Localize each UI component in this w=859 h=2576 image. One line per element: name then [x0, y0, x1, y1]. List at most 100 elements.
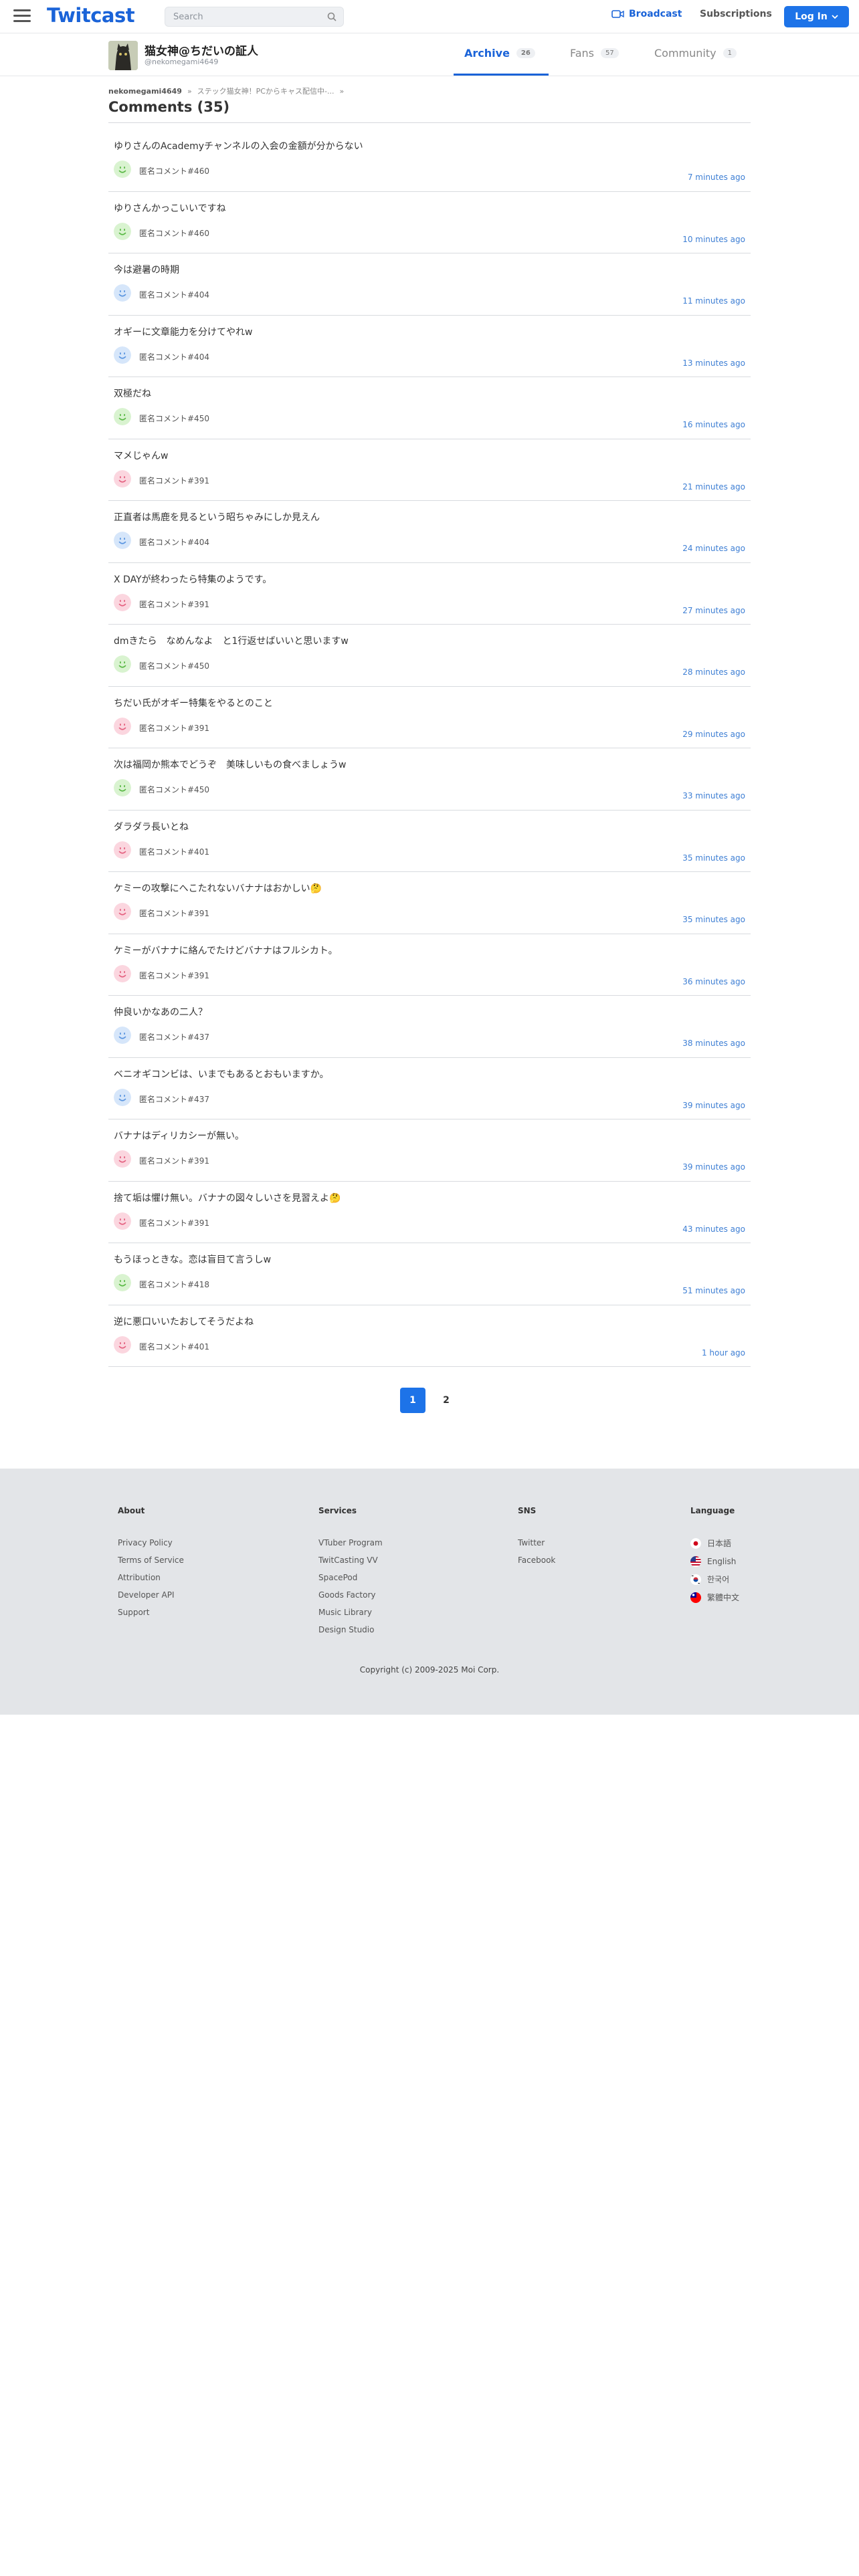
footer-link-spacepod[interactable]: SpacePod	[318, 1569, 383, 1586]
comment-timestamp-link[interactable]: 11 minutes ago	[682, 296, 745, 306]
search-icon[interactable]	[327, 12, 337, 21]
language-option-zh-tw[interactable]: 繁體中文	[690, 1588, 739, 1606]
page-1-button[interactable]: 1	[400, 1388, 425, 1413]
comment-username: 匿名コメント#450	[139, 414, 209, 423]
broadcast-button[interactable]: Broadcast	[611, 9, 682, 19]
site-logo[interactable]: Twitcast	[47, 4, 135, 27]
anonymous-face-icon[interactable]	[114, 1335, 131, 1354]
footer-link-terms[interactable]: Terms of Service	[118, 1551, 184, 1569]
comment-row: ゆりさんかっこいいですね 匿名コメント#460 10 minutes ago	[108, 192, 751, 253]
anonymous-face-icon[interactable]	[114, 717, 131, 735]
anonymous-face-icon[interactable]	[114, 346, 131, 364]
comment-row: 次は福岡か熊本でどうぞ 美味しいもの食べましょうw 匿名コメント#450 33 mi…	[108, 748, 751, 811]
comment-timestamp-link[interactable]: 35 minutes ago	[682, 853, 745, 863]
comment-row: dmきたら なめんなよ と1行返せばいいと思いますw 匿名コメント#450 28 m…	[108, 625, 751, 687]
anonymous-face-icon[interactable]	[114, 284, 131, 302]
comment-username: 匿名コメント#391	[139, 970, 209, 980]
comment-timestamp-link[interactable]: 35 minutes ago	[682, 915, 745, 924]
comment-text: ゆりさんかっこいいですね	[114, 203, 226, 214]
language-label: 日本語	[707, 1539, 732, 1548]
footer-link-attribution[interactable]: Attribution	[118, 1569, 184, 1586]
footer-link-support[interactable]: Support	[118, 1604, 184, 1621]
footer-link-developer-api[interactable]: Developer API	[118, 1586, 184, 1604]
login-button[interactable]: Log In	[784, 6, 849, 27]
footer-heading: About	[118, 1506, 145, 1515]
comment-text: 捨て垢は懼け無い。バナナの図々しいさを見習えよ🤔	[114, 1192, 341, 1204]
comment-timestamp-link[interactable]: 16 minutes ago	[682, 420, 745, 429]
footer-link-goods-factory[interactable]: Goods Factory	[318, 1586, 383, 1604]
comment-timestamp-link[interactable]: 29 minutes ago	[682, 730, 745, 739]
hamburger-menu-icon[interactable]	[13, 9, 31, 24]
comment-timestamp-link[interactable]: 7 minutes ago	[688, 173, 745, 182]
taiwan-flag-icon	[690, 1592, 701, 1603]
anonymous-face-icon[interactable]	[114, 1088, 131, 1106]
comment-timestamp-link[interactable]: 33 minutes ago	[682, 791, 745, 800]
page-2-button[interactable]: 2	[434, 1388, 459, 1413]
footer-link-privacy[interactable]: Privacy Policy	[118, 1534, 184, 1551]
footer-link-twitcasting-vv[interactable]: TwitCasting VV	[318, 1551, 383, 1569]
comment-timestamp-link[interactable]: 10 minutes ago	[682, 235, 745, 244]
comment-timestamp-link[interactable]: 28 minutes ago	[682, 667, 745, 677]
anonymous-face-icon[interactable]	[114, 1150, 131, 1168]
anonymous-face-icon[interactable]	[114, 655, 131, 673]
anonymous-face-icon[interactable]	[114, 593, 131, 611]
footer: About Privacy Policy Terms of Service At…	[0, 1469, 859, 1715]
comment-timestamp-link[interactable]: 27 minutes ago	[682, 606, 745, 615]
comment-timestamp-link[interactable]: 13 minutes ago	[682, 358, 745, 368]
anonymous-face-icon[interactable]	[114, 469, 131, 488]
tab-count-badge: 26	[516, 48, 535, 58]
comment-row: マメじゃんw 匿名コメント#391 21 minutes ago	[108, 439, 751, 501]
search-input[interactable]	[165, 7, 312, 26]
comment-timestamp-link[interactable]: 39 minutes ago	[682, 1162, 745, 1172]
anonymous-face-icon[interactable]	[114, 903, 131, 920]
comment-row: 今は避暑の時期 匿名コメント#404 11 minutes ago	[108, 253, 751, 316]
anonymous-face-icon[interactable]	[114, 1027, 131, 1044]
comment-timestamp-link[interactable]: 51 minutes ago	[682, 1286, 745, 1295]
comment-username: 匿名コメント#391	[139, 599, 209, 609]
comment-row: 逆に悪口いいたおしてそうだよね 匿名コメント#401 1 hour ago	[108, 1305, 751, 1367]
tab-archive[interactable]: Archive 26	[464, 47, 535, 60]
language-option-ja[interactable]: 日本語	[690, 1534, 739, 1552]
comment-text: オギーに文章能力を分けてやれw	[114, 326, 253, 338]
comment-text: 正直者は馬鹿を見るという昭ちゃみにしか見えん	[114, 512, 320, 523]
breadcrumb-movie-link[interactable]: ステック猫女神！PCからキャス配信中-...	[197, 86, 335, 96]
language-option-ko[interactable]: 한국어	[690, 1570, 739, 1588]
comment-username: 匿名コメント#401	[139, 847, 209, 857]
profile-avatar[interactable]	[108, 41, 138, 70]
anonymous-face-icon[interactable]	[114, 532, 131, 549]
profile-name[interactable]: 猫女神@ちだいの証人	[145, 41, 258, 58]
anonymous-face-icon[interactable]	[114, 222, 131, 240]
tab-community[interactable]: Community 1	[654, 47, 737, 60]
tab-fans[interactable]: Fans 57	[570, 47, 619, 60]
comment-username: 匿名コメント#391	[139, 1156, 209, 1166]
comment-timestamp-link[interactable]: 38 minutes ago	[682, 1039, 745, 1048]
comment-timestamp-link[interactable]: 43 minutes ago	[682, 1224, 745, 1234]
footer-link-vtuber[interactable]: VTuber Program	[318, 1534, 383, 1551]
breadcrumb-user-link[interactable]: nekomegami4649	[108, 87, 182, 96]
footer-link-twitter[interactable]: Twitter	[518, 1534, 555, 1551]
footer-link-music-library[interactable]: Music Library	[318, 1604, 383, 1621]
footer-link-design-studio[interactable]: Design Studio	[318, 1621, 383, 1638]
comment-username: 匿名コメント#437	[139, 1094, 209, 1104]
comment-text: ケミーがバナナに絡んでたけどバナナはフルシカト。	[114, 945, 338, 956]
anonymous-face-icon[interactable]	[114, 841, 131, 859]
anonymous-face-icon[interactable]	[114, 1212, 131, 1230]
language-option-en[interactable]: English	[690, 1552, 739, 1570]
comment-username: 匿名コメント#391	[139, 1218, 209, 1228]
anonymous-face-icon[interactable]	[114, 1274, 131, 1291]
anonymous-face-icon[interactable]	[114, 964, 131, 982]
comment-row: X DAYが終わったら特集のようです。 匿名コメント#391 27 minutes …	[108, 563, 751, 625]
comment-timestamp-link[interactable]: 39 minutes ago	[682, 1101, 745, 1110]
comment-text: バナナはディリカシーが無い。	[114, 1131, 245, 1142]
comment-timestamp-link[interactable]: 24 minutes ago	[682, 544, 745, 553]
anonymous-face-icon[interactable]	[114, 160, 131, 178]
tab-count-badge: 1	[723, 48, 737, 58]
comment-timestamp-link[interactable]: 36 minutes ago	[682, 977, 745, 986]
comment-timestamp-link[interactable]: 1 hour ago	[702, 1348, 745, 1358]
subscriptions-link[interactable]: Subscriptions	[700, 9, 772, 19]
comment-timestamp-link[interactable]: 21 minutes ago	[682, 482, 745, 492]
anonymous-face-icon[interactable]	[114, 408, 131, 425]
anonymous-face-icon[interactable]	[114, 779, 131, 796]
footer-link-facebook[interactable]: Facebook	[518, 1551, 555, 1569]
breadcrumb-separator: »	[187, 86, 192, 96]
